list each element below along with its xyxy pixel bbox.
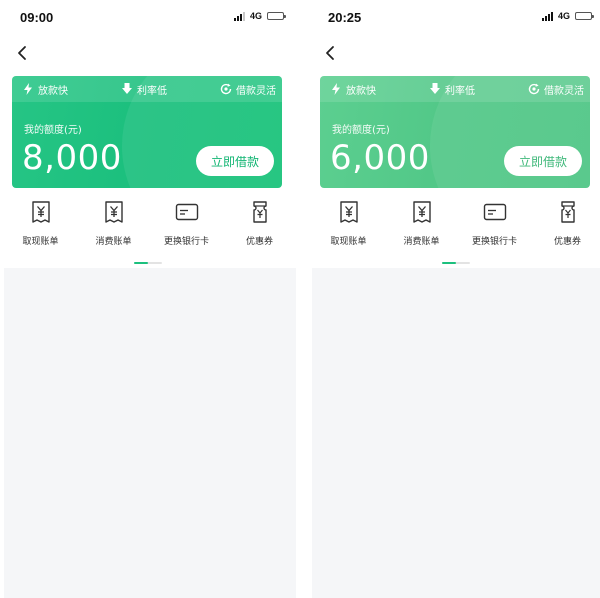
status-time: 20:25 — [328, 10, 362, 25]
menu-item-cash-bill[interactable]: 取现账单 — [4, 200, 77, 256]
menu-item-consume-bill[interactable]: 消费账单 — [77, 200, 150, 256]
menu-item-coupon[interactable]: 优惠券 — [531, 200, 600, 256]
status-time: 09:00 — [20, 10, 54, 25]
credit-amount: 6,000 — [330, 138, 430, 178]
arrow-down-icon — [122, 83, 132, 94]
feature-low-rate: 利率低 — [429, 82, 475, 97]
menu-label: 取现账单 — [330, 237, 367, 247]
page-indicator — [134, 262, 162, 264]
arrow-down-icon — [430, 83, 440, 94]
receipt-yen-icon — [339, 201, 358, 223]
battery-icon — [575, 12, 594, 20]
cycle-icon — [528, 83, 540, 95]
battery-icon — [267, 12, 286, 20]
receipt-yen-icon — [104, 201, 123, 223]
signal-icon — [233, 11, 245, 21]
menu-label: 消费账单 — [95, 237, 132, 247]
feature-label: 利率低 — [137, 85, 167, 97]
menu-item-consume-bill[interactable]: 消费账单 — [385, 200, 458, 256]
back-arrow-icon[interactable] — [322, 44, 340, 62]
borrow-now-button[interactable]: 立即借款 — [196, 146, 274, 176]
receipt-yen-icon — [31, 201, 50, 223]
page-indicator — [442, 262, 470, 264]
credit-label: 我的额度(元) — [24, 125, 82, 136]
page-indicator-active — [442, 262, 456, 264]
network-type: 4G — [249, 11, 262, 21]
quick-menu: 取现账单 消费账单 更换银行卡 优惠券 — [4, 200, 296, 256]
menu-label: 更换银行卡 — [163, 237, 209, 247]
phone-screen-left: 09:00 4G 放款快 利率低 借款灵活 我的额度(元) 8,000 立即借款… — [4, 0, 296, 598]
borrow-now-button[interactable]: 立即借款 — [504, 146, 582, 176]
menu-item-change-card[interactable]: 更换银行卡 — [458, 200, 531, 256]
feature-label: 借款灵活 — [236, 85, 276, 97]
feature-fast-loan: 放款快 — [330, 82, 376, 97]
nav-bar — [4, 36, 296, 72]
menu-label: 更换银行卡 — [471, 237, 517, 247]
bank-card-icon — [175, 203, 198, 221]
cycle-icon — [220, 83, 232, 95]
feature-flexible: 借款灵活 — [528, 82, 584, 97]
quick-menu: 取现账单 消费账单 更换银行卡 优惠券 — [312, 200, 600, 256]
feature-label: 放款快 — [346, 85, 376, 97]
status-bar: 09:00 4G — [4, 0, 296, 36]
menu-label: 消费账单 — [403, 237, 440, 247]
feature-label: 利率低 — [445, 85, 475, 97]
feature-label: 放款快 — [38, 85, 68, 97]
credit-label: 我的额度(元) — [332, 125, 390, 136]
nav-bar — [312, 36, 600, 72]
menu-label: 优惠券 — [553, 237, 581, 247]
coupon-icon — [560, 201, 575, 223]
lightning-icon — [24, 83, 32, 95]
bank-card-icon — [483, 203, 506, 221]
credit-card: 放款快 利率低 借款灵活 我的额度(元) 6,000 立即借款 — [320, 76, 590, 188]
network-type: 4G — [557, 11, 570, 21]
feature-row: 放款快 利率低 借款灵活 — [12, 76, 282, 102]
credit-card: 放款快 利率低 借款灵活 我的额度(元) 8,000 立即借款 — [12, 76, 282, 188]
menu-item-cash-bill[interactable]: 取现账单 — [312, 200, 385, 256]
status-icons: 4G — [233, 11, 286, 21]
feature-label: 借款灵活 — [544, 85, 584, 97]
back-arrow-icon[interactable] — [14, 44, 32, 62]
signal-icon — [541, 11, 553, 21]
feature-row: 放款快 利率低 借款灵活 — [320, 76, 590, 102]
feature-fast-loan: 放款快 — [22, 82, 68, 97]
status-icons: 4G — [541, 11, 594, 21]
receipt-yen-icon — [412, 201, 431, 223]
lightning-icon — [332, 83, 340, 95]
menu-label: 取现账单 — [22, 237, 59, 247]
coupon-icon — [252, 201, 267, 223]
page-indicator-active — [134, 262, 148, 264]
phone-screen-right: 20:25 4G 放款快 利率低 借款灵活 我的额度(元) 6,000 立即借款… — [312, 0, 600, 598]
feature-low-rate: 利率低 — [121, 82, 167, 97]
menu-label: 优惠券 — [245, 237, 273, 247]
status-bar: 20:25 4G — [312, 0, 600, 36]
menu-item-coupon[interactable]: 优惠券 — [223, 200, 296, 256]
menu-item-change-card[interactable]: 更换银行卡 — [150, 200, 223, 256]
credit-amount: 8,000 — [22, 138, 122, 178]
feature-flexible: 借款灵活 — [220, 82, 276, 97]
